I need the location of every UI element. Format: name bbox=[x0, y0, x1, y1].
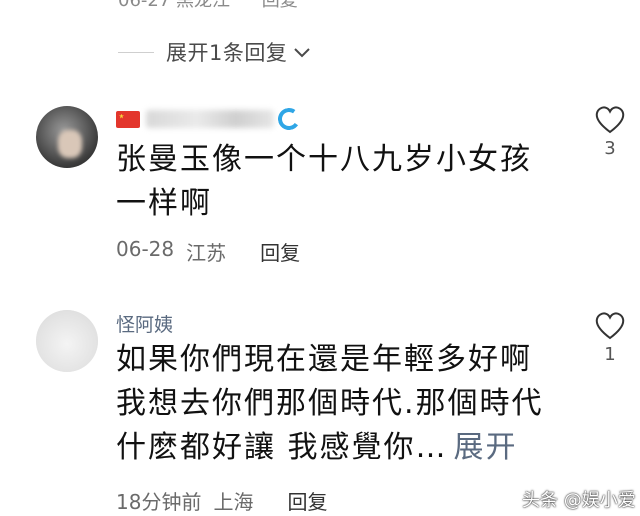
comment-location: 上海 bbox=[213, 490, 254, 514]
like-count: 1 bbox=[604, 344, 616, 365]
comment-text: 张曼玉像一个十八九岁小女孩 一样啊 bbox=[116, 138, 532, 226]
like-button[interactable]: 3 bbox=[590, 106, 630, 159]
verified-badge-icon bbox=[276, 106, 302, 132]
heart-outline-icon bbox=[595, 106, 625, 134]
expand-replies-button[interactable]: 展开1条回复 bbox=[118, 36, 311, 68]
comment-line: 我想去你們那個時代.那個時代 bbox=[116, 386, 544, 421]
comment-line: 一样啊 bbox=[116, 186, 212, 221]
comment-meta: 06-28 江苏 回复 bbox=[116, 237, 300, 266]
username-blurred bbox=[146, 110, 274, 128]
comment-date: 06-28 bbox=[116, 237, 175, 261]
previous-reply-button[interactable]: 回复 bbox=[262, 0, 298, 11]
comment-author[interactable] bbox=[116, 106, 302, 132]
comment-line-text: 什麽都好讓 我感覺你… bbox=[116, 430, 448, 465]
watermark: 头条 @娱小爱 bbox=[522, 490, 636, 511]
comment-author[interactable]: 怪阿姨 bbox=[116, 310, 173, 336]
avatar[interactable] bbox=[36, 106, 98, 168]
comment-text: 如果你們現在還是年輕多好啊 我想去你們那個時代.那個時代 什麽都好讓 我感覺你…… bbox=[116, 338, 544, 470]
reply-button[interactable]: 回复 bbox=[287, 486, 327, 515]
comment-line: 张曼玉像一个十八九岁小女孩 bbox=[116, 142, 532, 177]
heart-outline-icon bbox=[595, 312, 625, 340]
comment-line: 如果你們現在還是年輕多好啊 bbox=[116, 342, 532, 377]
avatar-face bbox=[58, 130, 82, 158]
like-button[interactable]: 1 bbox=[590, 312, 630, 365]
china-flag-icon bbox=[116, 110, 140, 128]
expand-comment-link[interactable]: 展开 bbox=[454, 430, 518, 465]
previous-comment-meta: 06-27 黑龙江 回复 bbox=[118, 0, 298, 12]
chevron-down-icon bbox=[294, 48, 311, 58]
avatar-placeholder bbox=[36, 310, 98, 372]
username: 怪阿姨 bbox=[116, 313, 174, 336]
expand-divider bbox=[118, 51, 154, 53]
comment-line: 什麽都好讓 我感覺你… 展开 bbox=[116, 426, 544, 470]
like-count: 3 bbox=[604, 138, 616, 159]
previous-comment-time: 06-27 黑龙江 bbox=[118, 0, 231, 11]
reply-button[interactable]: 回复 bbox=[260, 237, 300, 266]
avatar[interactable] bbox=[36, 310, 98, 372]
comment-meta: 18分钟前 上海 回复 bbox=[116, 486, 327, 515]
comment-date: 18分钟前 bbox=[116, 490, 202, 514]
comment-location: 江苏 bbox=[186, 241, 227, 265]
expand-replies-label: 展开1条回复 bbox=[166, 41, 288, 65]
